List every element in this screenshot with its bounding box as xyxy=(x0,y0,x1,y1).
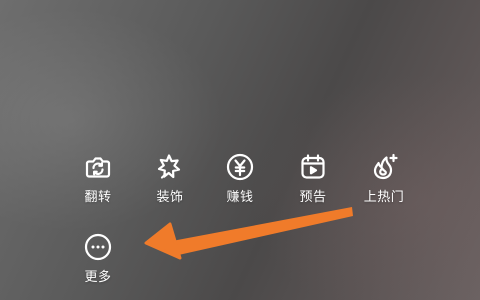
preview-calendar-icon xyxy=(296,150,330,184)
trending-flame-icon xyxy=(367,150,401,184)
arrow-shape xyxy=(144,207,353,260)
flip-button[interactable]: 翻转 xyxy=(68,150,128,206)
flip-camera-icon xyxy=(81,150,115,184)
trending-button[interactable]: 上热门 xyxy=(354,150,414,206)
decoration-label: 装饰 xyxy=(156,190,184,205)
decoration-star-icon xyxy=(153,150,187,184)
earn-money-button[interactable]: 赚钱 xyxy=(210,150,270,206)
more-label: 更多 xyxy=(84,270,112,285)
flip-label: 翻转 xyxy=(84,190,112,205)
yen-money-icon xyxy=(223,150,257,184)
trending-label: 上热门 xyxy=(363,190,405,205)
more-button[interactable]: 更多 xyxy=(68,230,128,286)
earn-money-label: 赚钱 xyxy=(226,190,254,205)
preview-label: 预告 xyxy=(299,190,327,205)
preview-button[interactable]: 预告 xyxy=(283,150,343,206)
more-dots-icon xyxy=(81,230,115,264)
decoration-button[interactable]: 装饰 xyxy=(140,150,200,206)
live-tools-panel: 翻转 装饰 赚钱 预告 上热门 更多 xyxy=(0,0,480,300)
